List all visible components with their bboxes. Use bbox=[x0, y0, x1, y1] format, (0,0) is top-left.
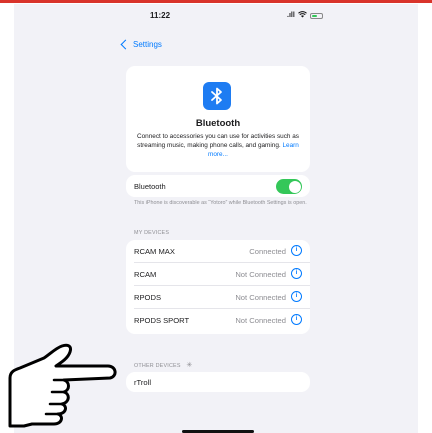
device-name: rTroll bbox=[134, 378, 152, 387]
status-time: 11:22 bbox=[150, 11, 171, 20]
device-status: Connected bbox=[249, 247, 286, 256]
other-devices-label: OTHER DEVICES bbox=[134, 363, 181, 369]
discoverable-note: This iPhone is discoverable as “Yotoro” … bbox=[134, 200, 307, 206]
loading-spinner-icon: ✳ bbox=[186, 362, 193, 369]
info-icon[interactable]: i bbox=[291, 245, 302, 256]
device-row[interactable]: RPODS Not Connected i bbox=[126, 286, 310, 309]
other-devices-list: rTroll bbox=[126, 372, 310, 392]
pointing-hand-icon bbox=[8, 343, 117, 428]
device-status: Not Connected bbox=[235, 293, 286, 302]
device-row[interactable]: RPODS SPORT Not Connected i bbox=[126, 309, 310, 332]
device-name: RPODS SPORT bbox=[134, 316, 190, 325]
back-label: Settings bbox=[133, 40, 162, 49]
my-devices-list: RCAM MAX Connected i RCAM Not Connected … bbox=[126, 240, 310, 334]
device-row[interactable]: RCAM MAX Connected i bbox=[126, 240, 310, 263]
bluetooth-description: Connect to accessories you can use for a… bbox=[134, 132, 302, 159]
signal-icon: .ıll bbox=[287, 12, 295, 19]
other-devices-header: OTHER DEVICES ✳ bbox=[134, 361, 192, 369]
toggle-knob bbox=[288, 180, 301, 193]
chevron-left-icon bbox=[120, 39, 131, 50]
device-status: Not Connected bbox=[235, 270, 286, 279]
device-status: Not Connected bbox=[235, 316, 286, 325]
my-devices-header: MY DEVICES bbox=[134, 230, 170, 236]
info-icon[interactable]: i bbox=[291, 291, 302, 302]
bluetooth-toggle-row: Bluetooth bbox=[126, 175, 310, 197]
status-bar: 11:22 .ıll bbox=[14, 4, 418, 30]
info-icon[interactable]: i bbox=[291, 268, 302, 279]
battery-icon bbox=[309, 12, 323, 19]
back-button[interactable]: Settings bbox=[120, 39, 162, 50]
bluetooth-toggle[interactable] bbox=[276, 179, 302, 194]
status-icons: .ıll bbox=[287, 11, 323, 20]
bluetooth-title: Bluetooth bbox=[195, 118, 241, 129]
device-row[interactable]: RCAM Not Connected i bbox=[126, 263, 310, 286]
device-row[interactable]: rTroll bbox=[126, 372, 310, 392]
bluetooth-icon bbox=[203, 82, 231, 110]
wifi-icon bbox=[297, 11, 307, 20]
description-text: Connect to accessories you can use for a… bbox=[137, 133, 299, 149]
info-icon[interactable]: i bbox=[291, 314, 302, 325]
device-name: RPODS bbox=[134, 293, 162, 302]
bluetooth-toggle-label: Bluetooth bbox=[134, 182, 166, 191]
bluetooth-header-card: Bluetooth Connect to accessories you can… bbox=[126, 66, 310, 172]
device-name: RCAM bbox=[134, 270, 157, 279]
top-accent-line bbox=[0, 0, 432, 3]
device-name: RCAM MAX bbox=[134, 247, 175, 256]
